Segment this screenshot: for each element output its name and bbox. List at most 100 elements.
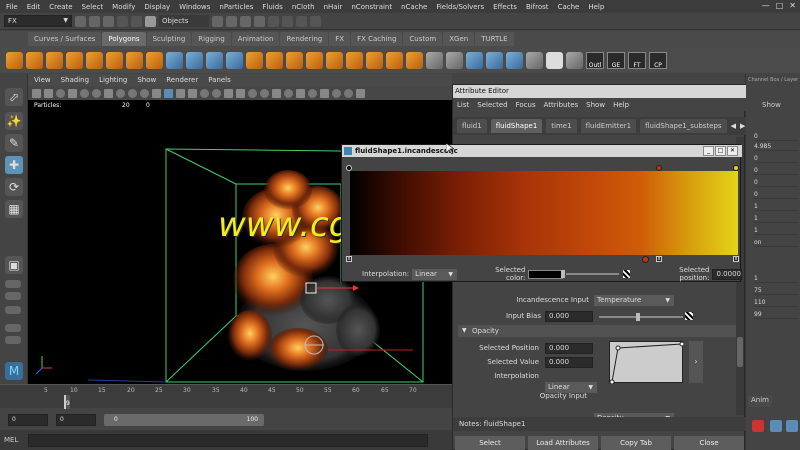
auto-map-icon[interactable]	[486, 51, 503, 69]
undo-icon[interactable]	[117, 15, 128, 27]
channel-value[interactable]: 99	[754, 310, 798, 319]
shelf-tab-fx[interactable]: FX	[329, 32, 351, 46]
poly-cone-icon[interactable]	[66, 51, 83, 69]
ae-tab-time1[interactable]: time1	[546, 119, 577, 133]
ramp-interpolation-dropdown[interactable]: Linear ▼	[412, 268, 458, 280]
close-icon[interactable]: ✕	[727, 146, 738, 156]
command-input[interactable]	[28, 433, 428, 447]
channel-value[interactable]: 0	[754, 178, 798, 187]
ramp-selected-position-field[interactable]: 0.0000	[712, 268, 742, 280]
selected-position-field[interactable]: 0.000	[545, 343, 593, 354]
ae-menu-help[interactable]: Help	[613, 101, 629, 109]
resolution-gate-icon[interactable]	[92, 88, 101, 98]
platonic-solid-icon[interactable]	[146, 51, 163, 69]
select-tool-icon[interactable]: ⬀	[5, 88, 23, 106]
boolean-icon[interactable]	[226, 51, 243, 69]
poly-plane-icon[interactable]	[106, 51, 123, 69]
ae-tab-fluid1[interactable]: fluid1	[457, 119, 487, 133]
xray-icon[interactable]	[284, 88, 293, 98]
outliner-layout-icon[interactable]	[5, 306, 21, 314]
snap-grid-icon[interactable]	[212, 15, 223, 27]
color-management-icon[interactable]	[356, 88, 365, 98]
poly-sphere-icon[interactable]	[6, 51, 23, 69]
safe-title-icon[interactable]	[140, 88, 149, 98]
poly-cylinder-icon[interactable]	[46, 51, 63, 69]
color-value-slider-handle[interactable]	[560, 270, 565, 278]
save-scene-icon[interactable]	[103, 15, 114, 27]
close-button[interactable]: Close	[674, 436, 744, 450]
ae-menu-attributes[interactable]: Attributes	[544, 101, 579, 109]
shadows-icon[interactable]	[212, 88, 221, 98]
select-by-hierarchy-icon[interactable]	[145, 15, 156, 27]
gate-mask-icon[interactable]	[104, 88, 113, 98]
mel-label[interactable]: MEL	[4, 436, 28, 444]
ae-menu-show[interactable]: Show	[586, 101, 605, 109]
menu-bifrost[interactable]: Bifrost	[526, 3, 549, 11]
shelf-tab-fx-caching[interactable]: FX Caching	[351, 32, 403, 46]
edge-loop-icon[interactable]	[366, 51, 383, 69]
anim-layer-icon[interactable]	[752, 420, 764, 432]
wireframe-icon[interactable]	[152, 88, 161, 98]
input-bias-field[interactable]: 0.000	[545, 311, 593, 322]
graph-layout-icon[interactable]	[5, 324, 21, 332]
planar-map-icon[interactable]	[466, 51, 483, 69]
lasso-tool-icon[interactable]: ✨	[5, 112, 23, 130]
cut-uv-icon[interactable]	[506, 51, 523, 69]
menu-fluids[interactable]: Fluids	[262, 3, 282, 11]
layout-uv-icon[interactable]	[566, 51, 583, 69]
open-scene-icon[interactable]	[89, 15, 100, 27]
scrollbar-thumb[interactable]	[737, 337, 743, 367]
bridge-icon[interactable]	[266, 51, 283, 69]
incandescence-input-dropdown[interactable]: Temperature ▼	[594, 295, 674, 306]
selected-color-swatch[interactable]	[528, 269, 563, 279]
target-weld-icon[interactable]	[406, 51, 423, 69]
selected-value-field[interactable]: 0.000	[545, 357, 593, 368]
ae-tab-fluidshape1-substeps[interactable]: fluidShape1_substeps	[640, 119, 727, 133]
shelf-tab-custom[interactable]: Custom	[403, 32, 443, 46]
film-gate-icon[interactable]	[80, 88, 89, 98]
snap-curve-icon[interactable]	[226, 15, 237, 27]
ae-tab-fluidemitter1[interactable]: fluidEmitter1	[580, 119, 637, 133]
channel-box-header[interactable]: Channel Box / Layer Editor	[746, 74, 800, 86]
two-view-layout-icon[interactable]	[5, 292, 21, 300]
time-slider[interactable]: 5 10 15 20 25 30 35 40 45 50 55 60 65 70…	[0, 384, 452, 409]
channel-value[interactable]: 0	[754, 190, 798, 199]
extrude-icon[interactable]	[246, 51, 263, 69]
input-bias-slider-handle[interactable]	[636, 313, 640, 321]
shelf-tab-xgen[interactable]: XGen	[443, 32, 475, 46]
xray-components-icon[interactable]	[308, 88, 317, 98]
separate-icon[interactable]	[186, 51, 203, 69]
select-button[interactable]: Select	[455, 436, 525, 450]
cp-button[interactable]: CP	[649, 51, 667, 69]
menu-windows[interactable]: Windows	[179, 3, 210, 11]
poly-disc-icon[interactable]	[126, 51, 143, 69]
attribute-editor-title[interactable]: Attribute Editor	[453, 85, 746, 98]
ft-button[interactable]: FT	[628, 51, 646, 69]
color-map-button-icon[interactable]	[622, 270, 630, 278]
ae-menu-selected[interactable]: Selected	[477, 101, 507, 109]
selection-mode-dropdown[interactable]: Objects	[159, 15, 209, 27]
playback-range-bar[interactable]: 0 100	[104, 413, 264, 426]
ipr-render-icon[interactable]	[296, 15, 307, 27]
menu-display[interactable]: Display	[144, 3, 170, 11]
channel-value[interactable]: 1	[754, 202, 798, 211]
menu-edit[interactable]: Edit	[27, 3, 41, 11]
viewport-menu-shading[interactable]: Shading	[61, 76, 89, 84]
new-scene-icon[interactable]	[75, 15, 86, 27]
camera-attributes-icon[interactable]	[32, 88, 41, 98]
input-bias-slider[interactable]	[599, 316, 683, 318]
field-chart-icon[interactable]	[116, 88, 125, 98]
anti-aliasing-icon[interactable]	[248, 88, 257, 98]
render-settings-icon[interactable]	[310, 15, 321, 27]
minimize-icon[interactable]: _	[703, 146, 714, 156]
viewport-menu-renderer[interactable]: Renderer	[166, 76, 198, 84]
close-icon[interactable]: ✕	[789, 1, 796, 10]
shelf-tab-turtle[interactable]: TURTLE	[475, 32, 514, 46]
hypershade-layout-icon[interactable]	[5, 336, 21, 344]
opacity-section-header[interactable]: ▼ Opacity	[458, 325, 738, 337]
opacity-ramp-graph[interactable]	[609, 341, 685, 385]
channel-value[interactable]: 75	[754, 286, 798, 295]
menu-cache[interactable]: Cache	[558, 3, 580, 11]
smooth-icon[interactable]	[206, 51, 223, 69]
screen-space-ao-icon[interactable]	[224, 88, 233, 98]
